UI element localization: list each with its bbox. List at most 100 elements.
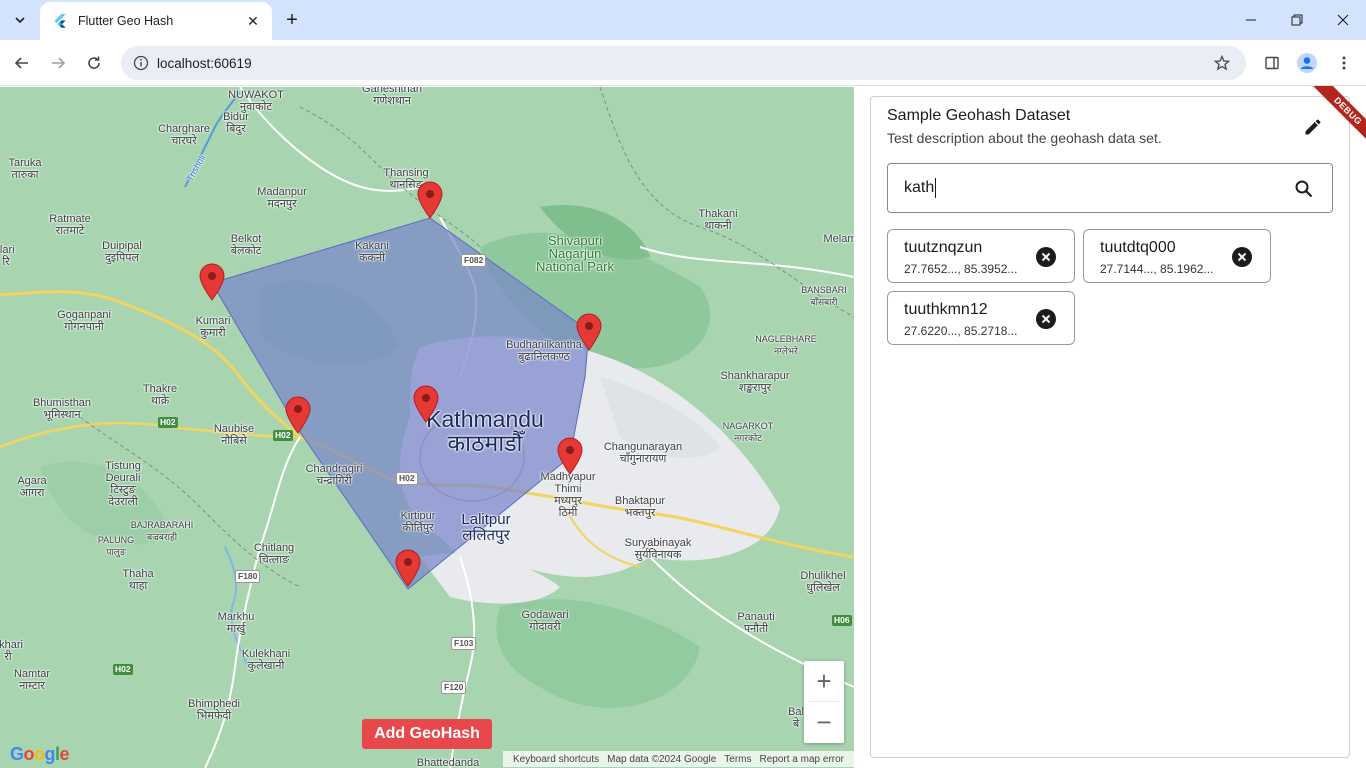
place-label: Thakre थाक्रे <box>142 383 178 407</box>
search-icon[interactable] <box>1292 177 1316 201</box>
remove-chip-icon[interactable] <box>1034 307 1058 331</box>
tab-close-icon[interactable]: ✕ <box>244 12 262 30</box>
geohash-name: tuutznqzun <box>904 239 983 256</box>
place-label: Kumari कुमारी <box>195 315 231 339</box>
zoom-out-button[interactable]: − <box>804 702 844 742</box>
browser-tab[interactable]: Flutter Geo Hash ✕ <box>40 2 272 40</box>
road-shield: H02 <box>158 417 178 428</box>
map-attribution: Keyboard shortcuts Map data ©2024 Google… <box>502 751 854 767</box>
road-shield: F103 <box>451 637 477 650</box>
add-geohash-button[interactable]: Add GeoHash <box>362 719 492 749</box>
place-label: Belkot बेलकोट <box>230 233 262 257</box>
tab-title: Flutter Geo Hash <box>78 14 174 28</box>
map-marker-icon[interactable] <box>285 396 311 434</box>
map-view[interactable]: NUWAKOT नुवाकोट Ganeshthan गणेशथान Bidur बि… <box>0 87 854 768</box>
road-shield: H02 <box>113 664 133 675</box>
place-label: llariरि <box>0 244 15 268</box>
map-marker-icon[interactable] <box>576 313 602 351</box>
road-shield: F120 <box>441 681 467 694</box>
road-shield: F082 <box>461 254 487 267</box>
flutter-icon <box>54 14 66 28</box>
back-icon[interactable] <box>8 49 36 77</box>
report-error-link[interactable]: Report a map error <box>760 754 844 765</box>
forward-icon[interactable] <box>44 49 72 77</box>
geohash-coords: 27.6220..., 85.2718... <box>904 324 1018 338</box>
site-info-icon[interactable] <box>131 53 151 73</box>
place-label: Changunarayan चाँगुनारायण <box>603 441 683 465</box>
search-input-value: kath <box>904 179 935 196</box>
place-label: Godawari गोदावरी <box>521 609 569 633</box>
geohash-name: tuuthkmn12 <box>904 301 988 318</box>
place-label: BAJRABARAHI बज्रबराही <box>130 520 194 542</box>
place-label: Panauti पनौती <box>737 611 775 635</box>
geohash-chip[interactable]: tuuthkmn12 27.6220..., 85.2718... <box>887 291 1075 345</box>
place-label: Budhanilkantha बुढानिलकण्ठ <box>506 339 582 363</box>
profile-avatar-icon[interactable] <box>1293 49 1321 77</box>
place-label: Madhyapur Thimi मध्यपुर ठिमी <box>540 471 596 519</box>
place-label: Ratmate रातमाटे <box>49 213 91 237</box>
place-label: Goganpani गोगनपानी <box>57 309 111 333</box>
google-logo[interactable]: Google <box>10 744 70 765</box>
place-label: BANSBARI बाँसबारी <box>801 285 847 307</box>
map-marker-icon[interactable] <box>417 181 443 219</box>
window-close-button[interactable] <box>1320 0 1366 40</box>
place-label-kathmandu: Kathmandu काठमाडौँ <box>426 406 544 456</box>
place-label: Shivapuri Nagarjun National Park <box>535 233 615 274</box>
address-bar[interactable]: localhost:60619 <box>121 46 1246 80</box>
place-label: Thakani थाकनी <box>698 208 738 232</box>
geohash-name: tuutdtq000 <box>1100 239 1176 256</box>
place-label: Madanpur मदनपुर <box>257 186 307 210</box>
place-label: Bhaktapur भक्तपुर <box>614 495 666 519</box>
geohash-chip[interactable]: tuutznqzun 27.7652..., 85.3952... <box>887 229 1075 283</box>
restore-button[interactable] <box>1274 0 1320 40</box>
map-marker-icon[interactable] <box>395 549 421 587</box>
zoom-controls: + − <box>804 661 844 743</box>
minimize-button[interactable] <box>1228 0 1274 40</box>
place-label: Melam <box>823 233 854 245</box>
place-label: Bhattedanda <box>416 757 480 768</box>
map-marker-icon[interactable] <box>557 437 583 475</box>
dataset-description: Test description about the geohash data … <box>887 130 1162 146</box>
zoom-in-button[interactable]: + <box>804 661 844 701</box>
browser-menu-icon[interactable] <box>1330 49 1358 77</box>
place-label: Kirtipur कीर्तिपुर <box>400 510 436 534</box>
place-label: Bal बे <box>788 706 804 730</box>
place-label: Kulekhani कुलेखानी <box>241 648 291 672</box>
keyboard-shortcuts-link[interactable]: Keyboard shortcuts <box>513 754 599 765</box>
place-label: Suryabinayak सुर्यविनायक <box>624 537 692 561</box>
remove-chip-icon[interactable] <box>1034 245 1058 269</box>
place-label: Naubise नौबिसे <box>213 423 255 447</box>
search-field[interactable]: kath <box>887 163 1333 213</box>
place-label: Taruka तारुका <box>8 157 42 181</box>
place-label: Duipipal दुइपिपल <box>102 240 142 264</box>
road-shield: H02 <box>396 472 418 485</box>
place-label: NUWAKOT नुवाकोट <box>228 89 284 113</box>
tab-search-icon[interactable] <box>6 8 34 32</box>
place-label: Dhulikhel धुलिखेल <box>800 570 846 594</box>
place-label: Tistung Deurali टिस्टुङ देउराली <box>105 460 141 508</box>
place-label: Shankharapur शङ्खरापुर <box>720 370 790 394</box>
map-marker-icon[interactable] <box>199 263 225 301</box>
reload-icon[interactable] <box>80 49 108 77</box>
browser-tab-strip: Flutter Geo Hash ✕ + <box>0 0 1366 40</box>
geohash-chip[interactable]: tuutdtq000 27.7144..., 85.1962... <box>1083 229 1271 283</box>
terms-link[interactable]: Terms <box>724 754 751 765</box>
remove-chip-icon[interactable] <box>1230 245 1254 269</box>
debug-banner: DEBUG <box>1290 86 1366 162</box>
map-marker-icon[interactable] <box>413 385 439 423</box>
place-label-lalitpur: Lalitpur ललितपुर <box>461 511 511 544</box>
road-shield: H06 <box>832 615 852 626</box>
place-label: Thaha थाहा <box>122 568 154 592</box>
place-label: Chitlang चित्लाङ <box>253 542 295 566</box>
map-data-text: Map data ©2024 Google <box>607 753 717 765</box>
bookmark-star-icon[interactable] <box>1208 49 1236 77</box>
place-label: Markhu मार्खु <box>217 611 255 635</box>
place-label: Namtar नाम्टार <box>13 668 51 692</box>
debug-banner-text: DEBUG <box>1307 86 1366 152</box>
dataset-title: Sample Geohash Dataset <box>887 107 1071 124</box>
side-panel-icon[interactable] <box>1258 49 1286 77</box>
place-label: NAGARKOT नगरकोट <box>722 421 774 443</box>
road-shield: F180 <box>235 570 261 583</box>
place-label: Ganeshthan गणेशथान <box>362 87 422 107</box>
new-tab-button[interactable]: + <box>280 8 304 32</box>
